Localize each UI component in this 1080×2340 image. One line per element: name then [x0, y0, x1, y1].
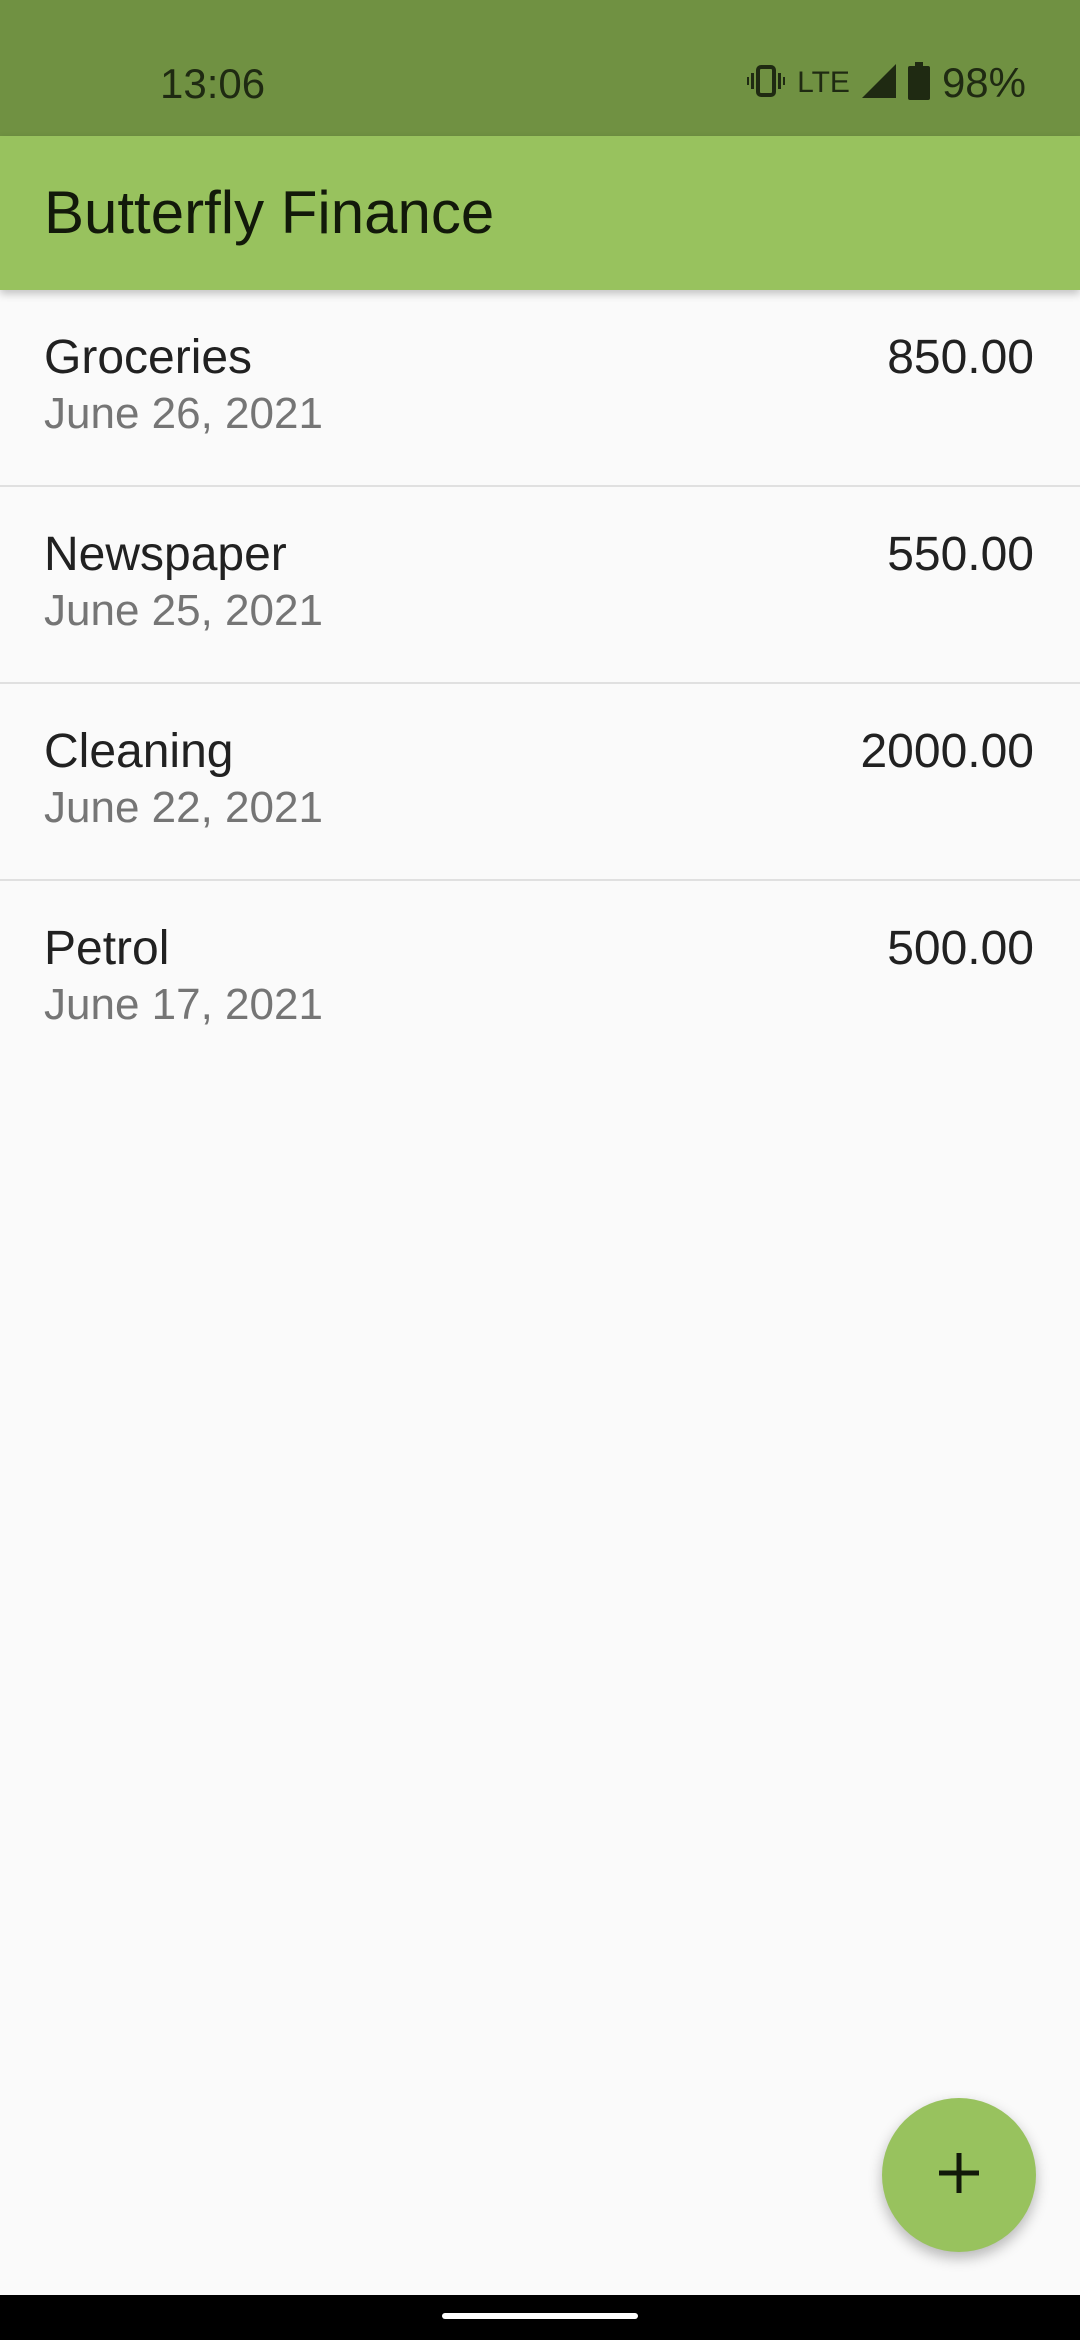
transaction-amount: 550.00: [887, 528, 1034, 581]
transaction-date: June 17, 2021: [44, 980, 323, 1029]
status-bar: 13:06 LTE 98%: [0, 0, 1080, 136]
plus-icon: [937, 2151, 981, 2200]
transaction-name: Groceries: [44, 331, 253, 384]
screen: 13:06 LTE 98% Butterfly Finance Grocerie…: [0, 0, 1080, 2340]
transaction-date: June 26, 2021: [44, 389, 323, 438]
system-navigation-bar: [0, 2295, 1080, 2340]
transaction-amount: 500.00: [887, 922, 1034, 975]
app-title: Butterfly Finance: [44, 179, 495, 246]
signal-icon: [861, 63, 896, 103]
transaction-amount: 850.00: [887, 331, 1034, 384]
transaction-row[interactable]: Groceries June 26, 2021 850.00: [0, 290, 1080, 487]
transaction-date: June 25, 2021: [44, 586, 323, 635]
add-transaction-button[interactable]: [882, 2098, 1036, 2252]
transaction-name: Newspaper: [44, 528, 287, 581]
app-bar: Butterfly Finance: [0, 136, 1080, 290]
transaction-date: June 22, 2021: [44, 783, 323, 832]
transaction-row[interactable]: Petrol June 17, 2021 500.00: [0, 881, 1080, 1078]
vibrate-icon: [747, 64, 786, 103]
status-icons: LTE 98%: [747, 56, 1026, 110]
transaction-amount: 2000.00: [860, 725, 1034, 778]
status-time: 13:06: [160, 60, 266, 107]
battery-icon: [907, 61, 930, 105]
network-type: LTE: [797, 66, 850, 99]
transaction-list: Groceries June 26, 2021 850.00 Newspaper…: [0, 290, 1080, 1078]
transaction-name: Cleaning: [44, 725, 234, 778]
transaction-row[interactable]: Cleaning June 22, 2021 2000.00: [0, 684, 1080, 881]
home-gesture-handle[interactable]: [442, 2313, 638, 2319]
transaction-row[interactable]: Newspaper June 25, 2021 550.00: [0, 487, 1080, 684]
battery-percent: 98%: [941, 59, 1026, 106]
transaction-name: Petrol: [44, 922, 170, 975]
